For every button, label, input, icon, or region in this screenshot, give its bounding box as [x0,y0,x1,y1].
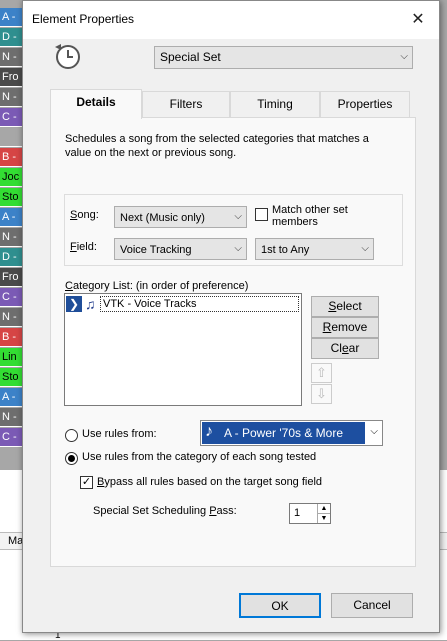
category-list-label: Category List: (in order of preference) [65,280,249,292]
song-label: Song: [70,209,99,221]
bypass-checkbox[interactable]: ✓ [80,476,93,489]
tab-details[interactable]: Details [50,89,142,119]
field-label: Field: [70,241,97,253]
scheduling-pass-value: 1 [294,507,301,519]
remove-button[interactable]: Remove [311,317,379,338]
element-type-value: Special Set [160,50,221,64]
clear-button[interactable]: Clear [311,338,379,359]
cancel-button[interactable]: Cancel [331,593,413,618]
move-down-icon[interactable]: ⇩ [311,384,332,404]
select-button[interactable]: Select [311,296,379,317]
range-select[interactable]: 1st to Any ⌵ [255,238,374,260]
use-rules-each-label: Use rules from the category of each song… [82,451,317,463]
tab-filters[interactable]: Filters [142,91,230,117]
scheduling-pass-label: Special Set Scheduling Pass: [93,505,237,517]
use-rules-each-radio[interactable] [65,452,78,465]
list-item[interactable]: ❯ ♫ VTK - Voice Tracks [66,296,299,313]
music-note-icon: ♫ [85,296,96,312]
match-other-checkbox[interactable] [255,208,268,221]
match-other-label: Match other set members [272,204,348,228]
tab-properties[interactable]: Properties [320,91,410,117]
use-rules-from-label: Use rules from: [82,428,157,440]
chevron-down-icon: ⌵ [234,243,242,254]
rules-category-value: A - Power '70s & More [202,422,365,444]
element-properties-dialog: Element Properties ✕ Special Set ⌵ Detai… [22,0,440,633]
title-bar: Element Properties ✕ [23,1,439,39]
tab-timing[interactable]: Timing [230,91,320,117]
element-type-select[interactable]: Special Set ⌵ [154,46,413,69]
category-item-name: VTK - Voice Tracks [100,296,299,312]
song-select[interactable]: Next (Music only) ⌵ [114,206,247,228]
chevron-down-icon: ⌵ [400,51,408,62]
move-up-icon[interactable]: ⇧ [311,363,332,383]
stepper-down-icon[interactable]: ▼ [317,514,330,523]
use-rules-from-select[interactable]: A - Power '70s & More ♪ ⌵ [200,420,383,446]
details-panel: Schedules a song from the selected categ… [50,117,416,567]
use-rules-from-radio[interactable] [65,429,78,442]
music-note-icon: ♪ [205,423,213,440]
bypass-label: Bypass all rules based on the target son… [97,476,323,488]
chevron-down-icon: ⌵ [234,211,242,222]
dialog-title: Element Properties [32,12,135,26]
ok-button[interactable]: OK [239,593,321,618]
scheduler-clock-icon [55,44,80,69]
description-text: Schedules a song from the selected categ… [65,133,369,159]
field-select[interactable]: Voice Tracking ⌵ [114,238,247,260]
close-icon[interactable]: ✕ [408,9,428,29]
stepper-up-icon[interactable]: ▲ [317,504,330,514]
current-item-arrow-icon: ❯ [66,296,82,312]
category-list[interactable]: ❯ ♫ VTK - Voice Tracks [64,293,302,406]
chevron-down-icon: ⌵ [370,426,378,437]
chevron-down-icon: ⌵ [361,243,369,254]
scheduling-pass-stepper[interactable]: 1 ▲ ▼ [289,503,331,524]
